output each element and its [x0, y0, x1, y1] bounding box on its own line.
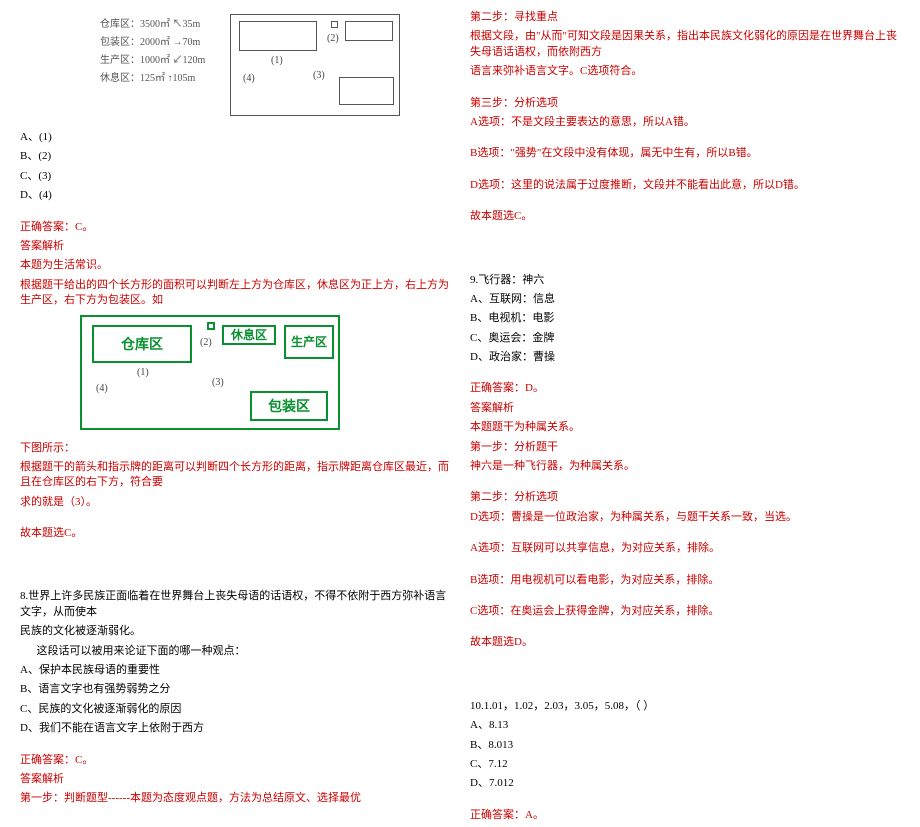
green-n1: (1): [137, 367, 149, 378]
q8r-step3e: 故本题选C。: [470, 209, 900, 224]
q10-stem: 10.1.01，1.02，2.03，3.05，5.08，（ ）: [470, 699, 900, 714]
q8-explain-1: 第一步：判断题型------本题为态度观点题，方法为总结原文、选择最优: [20, 791, 450, 806]
green-small-square: [207, 322, 215, 330]
q8r-step2a: 根据文段，由"从而"可知文段是因果关系，指出本民族文化弱化的原因是在世界舞台上丧…: [470, 29, 900, 60]
green-n4: (4): [96, 383, 108, 394]
q9-option-a: A、互联网：信息: [470, 292, 900, 307]
q9-option-c: C、奥运会：金牌: [470, 331, 900, 346]
green-n3: (3): [212, 377, 224, 388]
q8-stem-3: 这段话可以被用来论证下面的哪一种观点：: [20, 644, 450, 659]
q9-explain-1: 本题题干为种属关系。: [470, 420, 900, 435]
q8-stem-2: 民族的文化被逐渐弱化。: [20, 624, 450, 639]
label-4: (4): [243, 73, 255, 84]
q9-explain-2: 第一步：分析题干: [470, 440, 900, 455]
q7-explain-2: 根据题干给出的四个长方形的面积可以判断左上方为仓库区，休息区为正上方，右上方为生…: [20, 278, 450, 309]
diagram-legend: 仓库区：3500㎡ ↖35m 包装区：2000㎡ →70m 生产区：1000㎡ …: [100, 16, 205, 88]
label-3: (3): [313, 70, 325, 81]
q7-explain-title: 答案解析: [20, 239, 450, 254]
rest-box: 休息区: [222, 325, 276, 345]
q7-explain-3: 根据题干的箭头和指示牌的距离可以判断四个长方形的距离，指示牌距离仓库区最近，而且…: [20, 460, 450, 491]
legend-row-2: 包装区：2000㎡ →70m: [100, 34, 205, 52]
box-top-right: [345, 21, 393, 41]
q10-option-a: A、8.13: [470, 718, 900, 733]
q8-option-a: A、保护本民族母语的重要性: [20, 663, 450, 678]
packaging-box: 包装区: [250, 391, 328, 421]
q7-option-b: B、(2): [20, 149, 450, 164]
q8-option-b: B、语言文字也有强势弱势之分: [20, 682, 450, 697]
q9-option-b: B、电视机：电影: [470, 311, 900, 326]
q8r-step2b: 语言来弥补语言文字。C选项符合。: [470, 64, 900, 79]
top-diagram: 仓库区：3500㎡ ↖35m 包装区：2000㎡ →70m 生产区：1000㎡ …: [20, 10, 450, 120]
production-box: 生产区: [284, 325, 334, 359]
q10-option-d: D、7.012: [470, 776, 900, 791]
q9-optD-exp: D选项：曹操是一位政治家，为种属关系，与题干关系一致，当选。: [470, 510, 900, 525]
q9-stem: 9.飞行器：神六: [470, 273, 900, 288]
q9-answer: 正确答案：D。: [470, 381, 900, 396]
outer-rectangle: (1) (2) (3) (4): [230, 14, 400, 116]
small-square: [331, 21, 338, 28]
q9-explain-title: 答案解析: [470, 401, 900, 416]
q9-optA-exp: A选项：互联网可以共享信息，为对应关系，排除。: [470, 541, 900, 556]
legend-row-3: 生产区：1000㎡ ↙120m: [100, 52, 205, 70]
q8r-step2: 第二步：寻找重点: [470, 10, 900, 25]
warehouse-box: 仓库区: [92, 325, 192, 363]
q9-explain-3: 神六是一种飞行器，为种属关系。: [470, 459, 900, 474]
q7-explain-3b: 求的就是（3）。: [20, 495, 450, 510]
legend-row-1: 仓库区：3500㎡ ↖35m: [100, 16, 205, 34]
legend-row-4: 休息区：125㎡ ↑105m: [100, 70, 205, 88]
q7-option-d: D、(4): [20, 188, 450, 203]
green-outer: 仓库区 休息区 生产区 包装区 (1) (2) (3) (4): [80, 315, 340, 430]
q8-answer: 正确答案：C。: [20, 753, 450, 768]
below-diagram-label: 下图所示：: [20, 441, 450, 456]
label-2: (2): [327, 33, 339, 44]
q7-answer: 正确答案：C。: [20, 220, 450, 235]
q9-optB-exp: B选项：用电视机可以看电影，为对应关系，排除。: [470, 573, 900, 588]
box-bottom-right: [339, 77, 394, 105]
label-1: (1): [271, 55, 283, 66]
q8-option-c: C、民族的文化被逐渐弱化的原因: [20, 702, 450, 717]
q7-option-c: C、(3): [20, 169, 450, 184]
q8r-step3a: A选项：不是文段主要表达的意思，所以A错。: [470, 115, 900, 130]
q10-option-b: B、8.013: [470, 738, 900, 753]
green-n2: (2): [200, 337, 212, 348]
green-diagram: 仓库区 休息区 生产区 包装区 (1) (2) (3) (4): [80, 315, 450, 435]
right-column: 第二步：寻找重点 根据文段，由"从而"可知文段是因果关系，指出本民族文化弱化的原…: [470, 10, 900, 827]
q9-step2: 第二步：分析选项: [470, 490, 900, 505]
q8r-step3d: D选项：这里的说法属于过度推断，文段并不能看出此意，所以D错。: [470, 178, 900, 193]
q7-explain-1: 本题为生活常识。: [20, 258, 450, 273]
q8r-step3b: B选项："强势"在文段中没有体现，属无中生有，所以B错。: [470, 146, 900, 161]
q10-option-c: C、7.12: [470, 757, 900, 772]
q10-answer: 正确答案：A。: [470, 808, 900, 823]
q7-explain-4: 故本题选C。: [20, 526, 450, 541]
q9-final: 故本题选D。: [470, 635, 900, 650]
q8-option-d: D、我们不能在语言文字上依附于西方: [20, 721, 450, 736]
q8-explain-title: 答案解析: [20, 772, 450, 787]
q9-option-d: D、政治家：曹操: [470, 350, 900, 365]
q8-stem-1: 8.世界上许多民族正面临着在世界舞台上丧失母语的话语权，不得不依附于西方弥补语言…: [20, 589, 450, 620]
box-1: [239, 21, 317, 51]
q8r-step3: 第三步：分析选项: [470, 96, 900, 111]
q7-option-a: A、(1): [20, 130, 450, 145]
q9-optC-exp: C选项：在奥运会上获得金牌，为对应关系，排除。: [470, 604, 900, 619]
left-column: 仓库区：3500㎡ ↖35m 包装区：2000㎡ →70m 生产区：1000㎡ …: [20, 10, 450, 811]
